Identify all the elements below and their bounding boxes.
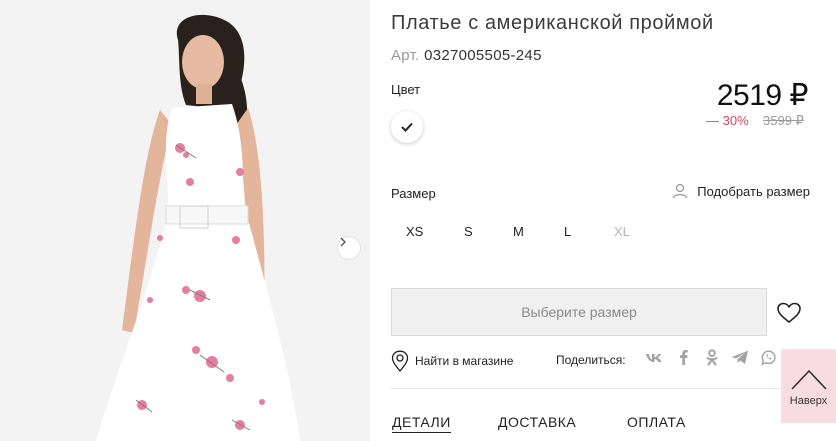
size-option-s[interactable]: S bbox=[464, 224, 473, 239]
chevron-up-icon bbox=[790, 369, 827, 390]
tab-details[interactable]: ДЕТАЛИ bbox=[392, 414, 451, 433]
tab-delivery[interactable]: ДОСТАВКА bbox=[498, 414, 576, 430]
vk-icon[interactable] bbox=[645, 351, 663, 369]
select-size-button[interactable]: Выберите размер bbox=[391, 288, 767, 336]
find-in-store-link[interactable]: Найти в магазине bbox=[391, 350, 513, 372]
sku-value: 0327005505-245 bbox=[424, 47, 542, 64]
size-guide-link[interactable]: Подобрать размер bbox=[671, 182, 810, 200]
current-price: 2519 ₽ bbox=[716, 79, 809, 112]
size-option-xs[interactable]: XS bbox=[406, 224, 423, 239]
color-swatch-white[interactable] bbox=[391, 111, 423, 143]
find-in-store-label: Найти в магазине bbox=[415, 354, 514, 368]
chevron-right-icon bbox=[340, 237, 346, 247]
product-title: Платье с американской проймой bbox=[391, 12, 714, 34]
old-price: 3599 ₽ bbox=[763, 113, 804, 128]
location-pin-icon bbox=[391, 350, 409, 372]
size-option-l[interactable]: L bbox=[564, 224, 571, 239]
user-icon bbox=[673, 183, 688, 199]
size-guide-label: Подобрать размер bbox=[697, 183, 810, 199]
photo-next-button[interactable] bbox=[337, 236, 361, 260]
product-sku: Арт. 0327005505-245 bbox=[391, 47, 542, 64]
sku-label: Арт. bbox=[391, 47, 420, 64]
product-photo bbox=[0, 0, 370, 441]
scroll-to-top-button[interactable]: Наверх bbox=[781, 349, 836, 423]
share-label: Поделиться: bbox=[556, 353, 626, 367]
scroll-to-top-label: Наверх bbox=[789, 395, 828, 407]
wishlist-button[interactable] bbox=[776, 301, 802, 330]
tab-payment[interactable]: ОПЛАТА bbox=[627, 414, 686, 430]
size-option-xl[interactable]: XL bbox=[614, 224, 630, 239]
telegram-icon[interactable] bbox=[731, 350, 749, 370]
model-illustration bbox=[0, 0, 370, 441]
size-option-m[interactable]: M bbox=[513, 224, 524, 239]
size-label: Размер bbox=[391, 186, 436, 201]
facebook-icon[interactable] bbox=[679, 349, 688, 370]
odnoklassniki-icon[interactable] bbox=[706, 349, 718, 371]
checkmark-icon bbox=[401, 122, 413, 132]
section-divider bbox=[391, 388, 811, 389]
heart-icon bbox=[777, 302, 801, 324]
discount-badge: — 30% bbox=[706, 113, 749, 128]
whatsapp-icon[interactable] bbox=[760, 349, 777, 371]
color-label: Цвет bbox=[391, 82, 421, 97]
